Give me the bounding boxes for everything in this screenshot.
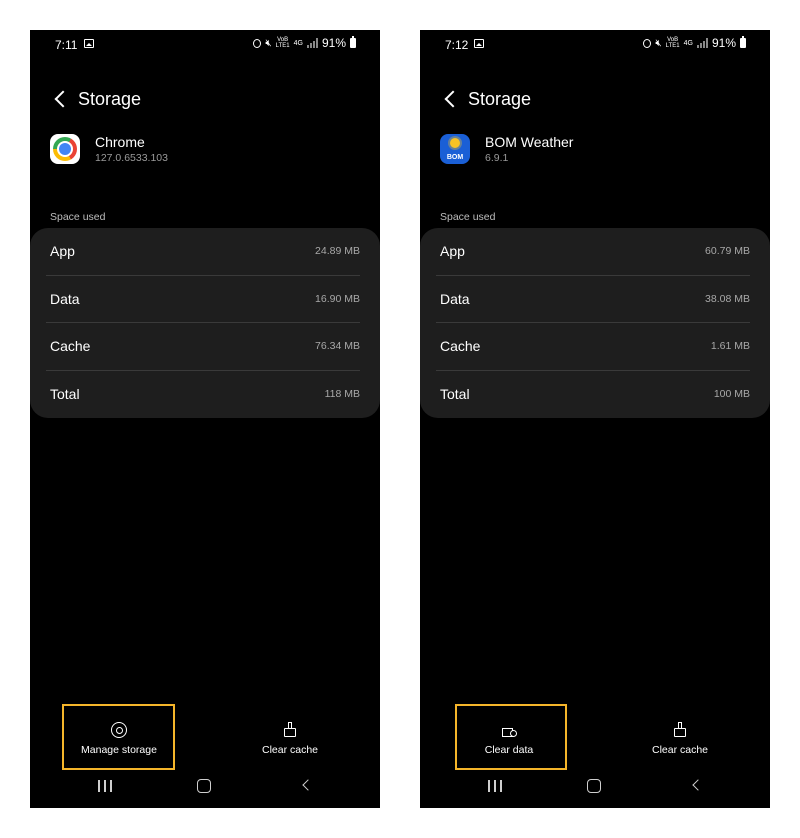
action-label: Clear cache (261, 744, 319, 756)
page-title: Storage (78, 88, 142, 109)
mute-icon: 🔇︎ (265, 37, 272, 49)
app-name: BOM Weather (485, 134, 574, 150)
recents-icon[interactable] (488, 780, 502, 792)
clear-cache-icon (282, 722, 298, 738)
nav-back-icon[interactable] (689, 778, 703, 792)
header: Storage (440, 84, 531, 114)
row-label: Total (50, 386, 80, 403)
row-value: 1.61 MB (710, 340, 750, 353)
page-title: Storage (468, 88, 532, 109)
chrome-icon (50, 134, 80, 164)
storage-row-app: App 24.89 MB (46, 228, 360, 276)
nav-back-icon[interactable] (299, 778, 313, 792)
app-version: 6.9.1 (485, 152, 509, 164)
battery-percent: 91% (321, 36, 346, 50)
recents-icon[interactable] (98, 780, 112, 792)
clear-cache-button[interactable]: Clear cache (625, 704, 735, 774)
header: Storage (50, 84, 141, 114)
home-icon[interactable] (587, 779, 601, 793)
section-label: Space used (440, 211, 496, 223)
status-icons: 🔇︎ VoB LTE1 4G 91% (643, 36, 746, 50)
bom-weather-icon: BOM (440, 134, 470, 164)
phone-screen-bom-weather: 7:12 🔇︎ VoB LTE1 4G 91% Storage BOM BOM … (420, 30, 770, 808)
row-label: Data (50, 290, 80, 307)
status-bar: 7:11 🔇︎ VoB LTE1 4G 91% (30, 36, 380, 54)
storage-row-total: Total 100 MB (436, 371, 750, 419)
clear-cache-icon (672, 722, 688, 738)
action-label: Clear cache (651, 744, 709, 756)
section-label: Space used (50, 211, 106, 223)
back-arrow-icon[interactable] (50, 86, 76, 112)
storage-row-cache: Cache 76.34 MB (46, 323, 360, 371)
row-label: Data (440, 290, 470, 307)
signal-icon (306, 38, 318, 48)
nav-bar (420, 774, 770, 798)
row-value: 60.79 MB (705, 245, 750, 258)
alarm-icon (643, 38, 652, 48)
row-value: 76.34 MB (315, 340, 360, 353)
volte-indicator: VoB LTE1 (665, 37, 680, 49)
row-value: 16.90 MB (315, 292, 360, 305)
storage-row-cache: Cache 1.61 MB (436, 323, 750, 371)
status-icons: 🔇︎ VoB LTE1 4G 91% (253, 36, 356, 50)
row-value: 38.08 MB (705, 292, 750, 305)
bom-icon-text: BOM (446, 154, 464, 161)
network-type: 4G (293, 39, 303, 47)
battery-percent: 91% (711, 36, 736, 50)
highlight-box (62, 704, 175, 770)
storage-row-data: Data 16.90 MB (46, 276, 360, 323)
row-label: Cache (440, 338, 481, 355)
gallery-notification-icon (474, 39, 484, 48)
row-value: 118 MB (324, 388, 360, 401)
phone-screen-chrome: 7:11 🔇︎ VoB LTE1 4G 91% Storage Chrome 1… (30, 30, 380, 808)
battery-icon (350, 36, 356, 48)
status-bar: 7:12 🔇︎ VoB LTE1 4G 91% (420, 36, 770, 54)
volte-indicator: VoB LTE1 (275, 37, 290, 49)
home-icon[interactable] (197, 779, 211, 793)
network-type: 4G (683, 39, 693, 47)
clear-cache-button[interactable]: Clear cache (235, 704, 345, 774)
app-info: Chrome 127.0.6533.103 (50, 134, 168, 164)
signal-icon (696, 38, 708, 48)
row-label: Total (440, 386, 470, 403)
storage-card: App 60.79 MB Data 38.08 MB Cache 1.61 MB… (420, 228, 770, 418)
storage-row-app: App 60.79 MB (436, 228, 750, 276)
row-value: 100 MB (713, 388, 750, 401)
status-time: 7:12 (445, 38, 469, 52)
mute-icon: 🔇︎ (655, 37, 662, 49)
storage-row-data: Data 38.08 MB (436, 276, 750, 323)
row-label: Cache (50, 338, 91, 355)
row-label: App (50, 243, 75, 260)
row-value: 24.89 MB (315, 245, 360, 258)
battery-icon (740, 36, 746, 48)
alarm-icon (253, 38, 262, 48)
nav-bar (30, 774, 380, 798)
highlight-box (455, 704, 567, 770)
app-name: Chrome (95, 134, 145, 150)
back-arrow-icon[interactable] (440, 86, 466, 112)
storage-card: App 24.89 MB Data 16.90 MB Cache 76.34 M… (30, 228, 380, 418)
status-time: 7:11 (55, 38, 78, 52)
storage-row-total: Total 118 MB (46, 371, 360, 419)
app-version: 127.0.6533.103 (95, 152, 168, 164)
app-info: BOM BOM Weather 6.9.1 (440, 134, 573, 164)
row-label: App (440, 243, 465, 260)
gallery-notification-icon (84, 39, 94, 48)
